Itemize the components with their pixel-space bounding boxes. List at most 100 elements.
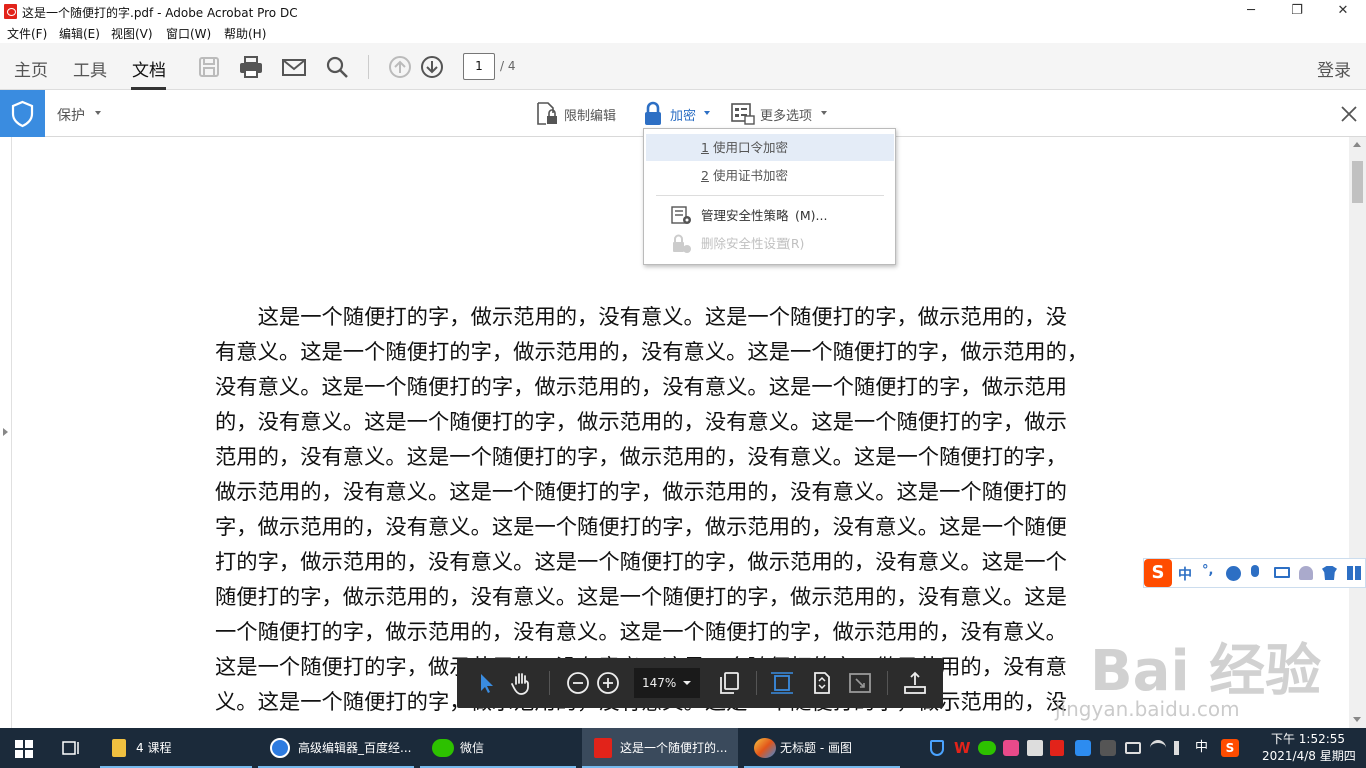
print-icon[interactable]: [237, 53, 265, 81]
login-button[interactable]: 登录: [1317, 56, 1351, 81]
doc-line: 没有意义。这是一个随便打的字，做示范用的，没有意义。这是一个随便打的字，做示范用: [215, 375, 1067, 400]
zoom-out-icon[interactable]: [565, 670, 591, 696]
doc-line: 的，没有意义。这是一个随便打的字，做示范用的，没有意义。这是一个随便打的字，做示: [215, 410, 1067, 435]
sogou-tray-icon[interactable]: S: [1221, 739, 1239, 757]
keyboard-icon[interactable]: [1274, 567, 1290, 578]
tray-icon[interactable]: [1100, 740, 1116, 756]
skin-shirt-icon[interactable]: [1322, 566, 1337, 580]
menu-help[interactable]: 帮助(H): [224, 25, 266, 42]
clock-time: 下午 1:52:55: [1270, 732, 1346, 746]
tab-home[interactable]: 主页: [14, 56, 48, 81]
menu-view[interactable]: 视图(V): [111, 25, 153, 42]
page-number-input[interactable]: 1: [463, 53, 495, 80]
input-language-indicator[interactable]: 中: [1195, 728, 1208, 768]
menu-item-password-encrypt[interactable]: 1 使用口令加密: [646, 134, 894, 161]
search-icon[interactable]: [323, 53, 351, 81]
voice-mic-icon[interactable]: [1251, 565, 1259, 577]
wechat-tray-icon[interactable]: [978, 741, 996, 755]
task-view-icon[interactable]: [62, 739, 82, 757]
page-view-icon[interactable]: [716, 670, 742, 696]
wechat-icon: [432, 739, 454, 757]
tray-icon[interactable]: [1050, 740, 1064, 756]
policy-gear-icon: [671, 206, 691, 224]
scroll-up-icon[interactable]: [1353, 142, 1361, 147]
windows-taskbar: 4 课程 高级编辑器_百度经... 微信 这是一个随便打的... 无标题 - 画…: [0, 728, 1366, 768]
doc-line: 这是一个随便打的字，做示范用的，没有意义。这是一个随便打的字，做示范用的，没: [257, 305, 1067, 330]
user-icon[interactable]: [1299, 566, 1313, 580]
restrict-edit-button[interactable]: 限制编辑: [564, 105, 616, 124]
close-toolbar-icon[interactable]: [1340, 105, 1358, 123]
restrict-edit-icon[interactable]: [535, 101, 559, 127]
app-tray-icon[interactable]: [1003, 740, 1019, 756]
zoom-in-icon[interactable]: [595, 670, 621, 696]
watermark-brand: Bai 经验: [1090, 639, 1321, 704]
divider: [887, 671, 888, 695]
menu-file[interactable]: 文件(F): [7, 25, 47, 42]
menu-separator: [656, 195, 884, 196]
wifi-icon[interactable]: [1150, 740, 1166, 756]
scroll-thumb[interactable]: [1352, 161, 1363, 203]
sogou-logo-icon[interactable]: S: [1144, 559, 1172, 587]
expand-left-panel-icon[interactable]: [3, 428, 8, 436]
doc-line: 范用的，没有意义。这是一个随便打的字，做示范用的，没有意义。这是一个随便打的字，: [215, 445, 1067, 470]
scroll-down-icon[interactable]: [1353, 717, 1361, 722]
volume-icon[interactable]: [1174, 741, 1188, 755]
clock-date: 2021/4/8 星期四: [1262, 749, 1356, 763]
select-pointer-icon[interactable]: [473, 670, 499, 696]
email-icon[interactable]: [280, 53, 308, 81]
battery-icon[interactable]: [1125, 742, 1141, 754]
tab-tools[interactable]: 工具: [73, 56, 107, 81]
sogou-ime-bar[interactable]: S 中 °,: [1143, 558, 1366, 588]
restore-button[interactable]: ❐: [1274, 0, 1320, 23]
tray-icon[interactable]: [1027, 740, 1043, 756]
share-upload-icon[interactable]: [902, 670, 928, 696]
window-title: 这是一个随便打的字.pdf - Adobe Acrobat Pro DC: [22, 6, 298, 20]
fit-width-icon[interactable]: [769, 670, 795, 696]
encrypt-button[interactable]: 加密: [670, 105, 696, 124]
emoji-icon[interactable]: [1226, 566, 1241, 581]
menu-window[interactable]: 窗口(W): [166, 25, 211, 42]
doc-line: 字，做示范用的，没有意义。这是一个随便打的字，做示范用的，没有意义。这是一个随便: [215, 515, 1067, 540]
lock-icon[interactable]: [643, 101, 663, 127]
menu-edit[interactable]: 编辑(E): [59, 25, 100, 42]
more-options-button[interactable]: 更多选项: [760, 105, 812, 124]
toolbox-grid-icon[interactable]: [1347, 566, 1361, 580]
taskbar-item-browser[interactable]: 高级编辑器_百度经...: [258, 728, 414, 768]
tab-document[interactable]: 文档: [132, 56, 166, 81]
close-window-button[interactable]: ✕: [1320, 0, 1366, 23]
doc-line: 打的字，做示范用的，没有意义。这是一个随便打的字，做示范用的，没有意义。这是一个: [215, 550, 1067, 575]
pdf-app-icon: [4, 4, 17, 19]
menu-item-manage-security-policy[interactable]: 管理安全性策略 (M)...: [646, 202, 894, 229]
doc-line: 做示范用的，没有意义。这是一个随便打的字，做示范用的，没有意义。这是一个随便打的: [215, 480, 1067, 505]
taskbar-item-acrobat[interactable]: 这是一个随便打的...: [582, 728, 738, 768]
windows-start-icon[interactable]: [15, 740, 33, 758]
taskbar-item-wechat[interactable]: 微信: [420, 728, 576, 768]
thunder-tray-icon[interactable]: [1075, 740, 1091, 756]
main-toolbar: 主页 工具 文档 1 / 4 登录: [0, 43, 1366, 90]
vertical-scrollbar[interactable]: [1349, 137, 1366, 728]
chevron-down-icon: [95, 111, 101, 115]
fit-page-icon[interactable]: [809, 670, 835, 696]
save-icon[interactable]: [195, 53, 223, 81]
ime-punct-toggle[interactable]: °,: [1202, 563, 1213, 578]
menu-item-certificate-encrypt[interactable]: 2 使用证书加密: [646, 162, 894, 189]
menu-item-remove-security[interactable]: 删除安全性设置 (R): [646, 230, 894, 257]
more-options-icon[interactable]: [730, 102, 756, 126]
minimize-button[interactable]: ─: [1228, 0, 1274, 23]
folder-icon: [112, 739, 126, 757]
encrypt-dropdown-menu: 1 使用口令加密 2 使用证书加密 管理安全性策略 (M)... 删除安全性设置…: [643, 128, 896, 265]
left-panel-gutter[interactable]: [0, 137, 12, 728]
previous-page-icon[interactable]: [386, 53, 414, 81]
zoom-level-select[interactable]: 147%: [634, 668, 700, 698]
security-shield-tray-icon[interactable]: [930, 740, 944, 756]
taskbar-item-folder[interactable]: 4 课程: [100, 728, 252, 768]
wps-tray-icon[interactable]: W: [954, 739, 971, 757]
next-page-icon[interactable]: [418, 53, 446, 81]
doc-line: 有意义。这是一个随便打的字，做示范用的，没有意义。这是一个随便打的字，做示范用的…: [215, 340, 1089, 365]
taskbar-item-paint[interactable]: 无标题 - 画图: [744, 728, 900, 768]
hand-tool-icon[interactable]: [509, 670, 535, 696]
ime-mode-toggle[interactable]: 中: [1178, 564, 1192, 584]
system-clock[interactable]: 下午 1:52:55 2021/4/8 星期四: [1262, 731, 1356, 765]
protect-label[interactable]: 保护: [57, 105, 85, 125]
full-screen-icon[interactable]: [847, 670, 873, 696]
